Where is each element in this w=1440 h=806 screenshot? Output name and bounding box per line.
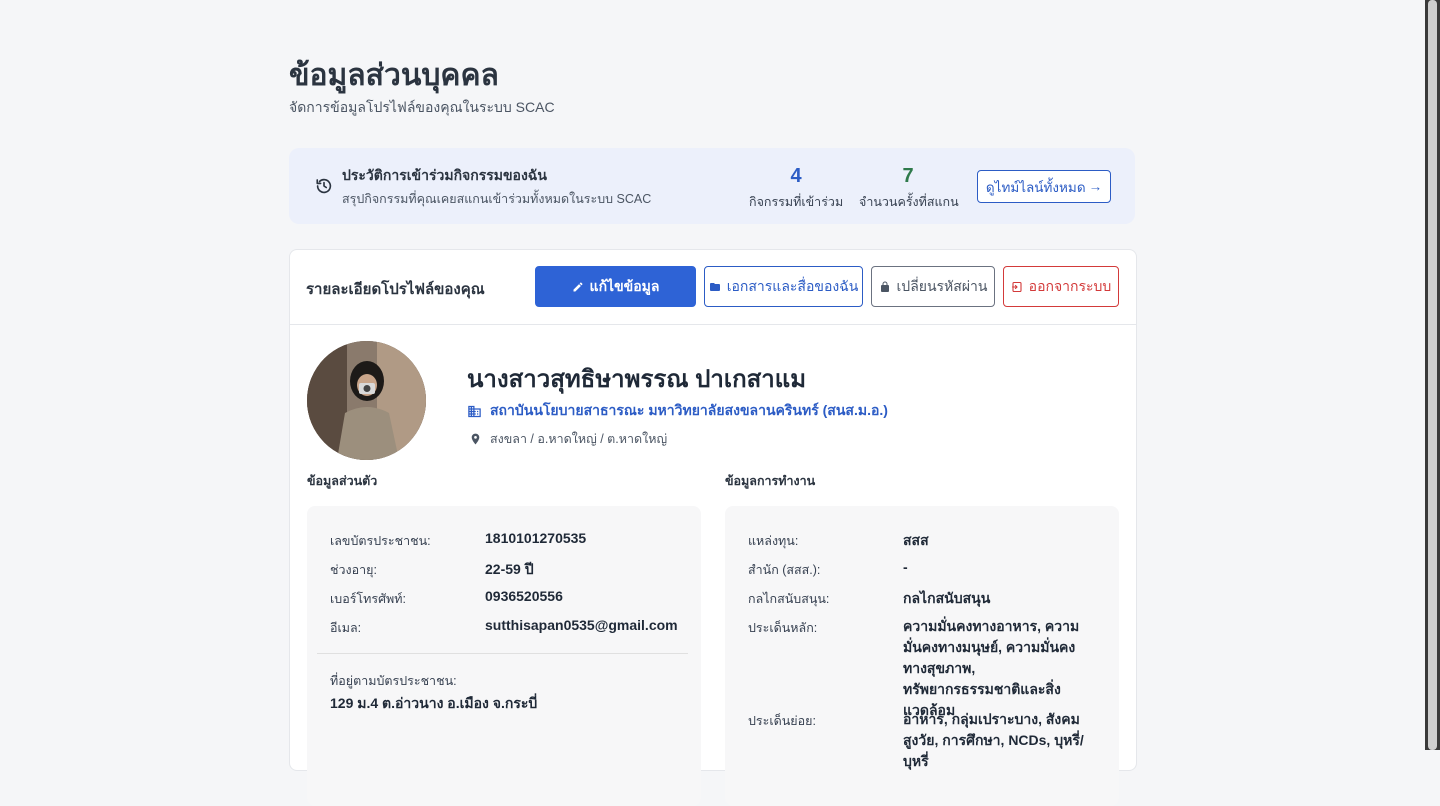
profile-card: รายละเอียดโปรไฟล์ของคุณ แก้ไขข้อมูล เอกส…: [289, 249, 1137, 806]
email-value: sutthisapan0535@gmail.com: [485, 617, 678, 633]
sub-issue-label: ประเด็นย่อย:: [748, 714, 816, 728]
edit-profile-button[interactable]: แก้ไขข้อมูล: [535, 266, 696, 307]
panel-divider: [317, 653, 688, 654]
scans-count: 7: [902, 165, 914, 187]
folder-icon: [709, 282, 720, 291]
page-scrollbar[interactable]: [1425, 0, 1440, 750]
avatar: [307, 341, 426, 460]
work-info-heading: ข้อมูลการทำงาน: [725, 474, 816, 488]
change-password-button[interactable]: เปลี่ยนรหัสผ่าน: [871, 266, 995, 307]
address-label: ที่อยู่ตามบัตรประชาชน:: [330, 674, 457, 688]
id-card-value: 1810101270535: [485, 530, 587, 546]
work-info-panel: แหล่งทุน: สสส สำนัก (สสส.): - กลไกสนับสน…: [725, 506, 1119, 806]
scans-label: จำนวนครั้งที่สแกน: [859, 195, 959, 209]
scans-stat: 7 จำนวนครั้งที่สแกน: [859, 164, 959, 212]
page-subtitle: จัดการข้อมูลโปรไฟล์ของคุณในระบบ SCAC: [289, 99, 555, 115]
logout-label: ออกจากระบบ: [1028, 277, 1112, 294]
email-label: อีเมล:: [330, 621, 362, 635]
phone-value: 0936520556: [485, 588, 563, 604]
pencil-icon: [573, 282, 583, 291]
history-icon: [316, 178, 332, 194]
page-title: ข้อมูลส่วนบุคคล: [289, 59, 499, 92]
view-timeline-button[interactable]: ดูไทม์ไลน์ทั้งหมด →: [977, 170, 1111, 203]
activities-count: 4: [790, 165, 802, 187]
phone-label: เบอร์โทรศัพท์:: [330, 592, 406, 606]
address-value: 129 ม.4 ต.อ่าวนาง อ.เมือง จ.กระบี่: [330, 695, 538, 711]
logout-button[interactable]: ออกจากระบบ: [1003, 266, 1119, 307]
fund-label: แหล่งทุน:: [748, 534, 799, 548]
activities-label: กิจกรรมที่เข้าร่วม: [749, 195, 844, 209]
sub-issue-value: อาหาร, กลุ่มเปราะบาง, สังคมสูงวัย, การศึ…: [903, 711, 1084, 769]
user-organization: สถาบันนโยบายสาธารณะ มหาวิทยาลัยสงขลานคริ…: [467, 400, 888, 422]
scrollbar-thumb[interactable]: [1428, 0, 1437, 750]
change-password-label: เปลี่ยนรหัสผ่าน: [896, 277, 988, 294]
fund-value: สสส: [903, 532, 929, 548]
user-name: นางสาวสุทธิษาพรรณ ปาเกสาแม: [467, 366, 807, 393]
map-pin-icon: [471, 433, 480, 445]
profile-card-title: รายละเอียดโปรไฟล์ของคุณ: [306, 281, 485, 298]
arrow-right-icon: →: [1088, 179, 1103, 194]
id-card-label: เลขบัตรประชาชน:: [330, 534, 431, 548]
mechanism-value: กลไกสนับสนุน: [903, 590, 991, 606]
activities-stat: 4 กิจกรรมที่เข้าร่วม: [749, 164, 843, 212]
personal-info-heading: ข้อมูลส่วนตัว: [307, 474, 378, 488]
mechanism-label: กลไกสนับสนุน:: [748, 592, 830, 606]
main-issue-value: ความมั่นคงทางอาหาร, ความมั่นคงทางมนุษย์,…: [903, 618, 1080, 718]
edit-profile-label: แก้ไขข้อมูล: [589, 277, 660, 294]
activity-history-banner: ประวัติการเข้าร่วมกิจกรรมของฉัน สรุปกิจก…: [289, 148, 1135, 224]
office-label: สำนัก (สสส.):: [748, 563, 821, 577]
history-subtitle: สรุปกิจกรรมที่คุณเคยสแกนเข้าร่วมทั้งหมดใ…: [342, 192, 652, 206]
personal-info-panel: เลขบัตรประชาชน: 1810101270535 ช่วงอายุ: …: [307, 506, 701, 806]
view-timeline-label: ดูไทม์ไลน์ทั้งหมด: [985, 179, 1086, 195]
office-value: -: [903, 559, 908, 575]
history-title: ประวัติการเข้าร่วมกิจกรรมของฉัน: [342, 167, 547, 183]
logout-icon: [1011, 281, 1022, 292]
organization-text: สถาบันนโยบายสาธารณะ มหาวิทยาลัยสงขลานคริ…: [490, 402, 888, 418]
main-issue-label: ประเด็นหลัก:: [748, 621, 818, 635]
age-label: ช่วงอายุ:: [330, 563, 377, 577]
my-documents-button[interactable]: เอกสารและสื่อของฉัน: [704, 266, 863, 307]
profile-card-header: รายละเอียดโปรไฟล์ของคุณ แก้ไขข้อมูล เอกส…: [290, 250, 1136, 325]
lock-icon: [880, 281, 889, 292]
age-value: 22-59 ปี: [485, 561, 534, 577]
user-location: สงขลา / อ.หาดใหญ่ / ต.หาดใหญ่: [467, 429, 667, 449]
building-icon: [468, 405, 481, 417]
location-text: สงขลา / อ.หาดใหญ่ / ต.หาดใหญ่: [490, 432, 668, 446]
profile-photo: [307, 341, 426, 460]
my-documents-label: เอกสารและสื่อของฉัน: [726, 277, 859, 294]
